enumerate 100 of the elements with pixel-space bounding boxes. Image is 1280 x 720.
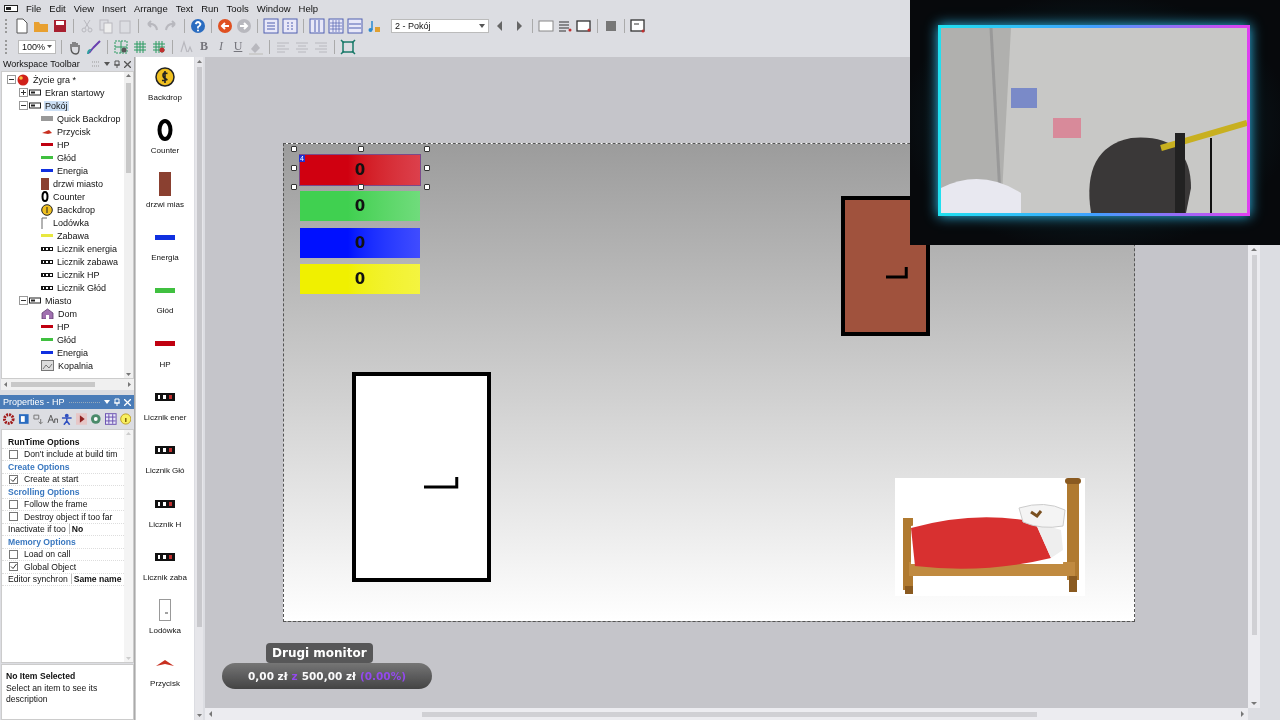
tree-item[interactable]: HP: [56, 139, 71, 150]
selection-handle[interactable]: [358, 146, 364, 152]
object-label[interactable]: Energia: [151, 253, 179, 263]
scroll-arrow-icon[interactable]: [126, 74, 131, 77]
tree-item[interactable]: Licznik Głód: [56, 282, 108, 293]
stop-icon[interactable]: [603, 18, 619, 34]
tree-item[interactable]: Energia: [56, 165, 90, 176]
tree-item[interactable]: Licznik zabawa: [56, 256, 120, 267]
vertical-scrollbar[interactable]: [124, 72, 133, 378]
counter-bar[interactable]: 0: [300, 191, 420, 221]
tree-item[interactable]: Counter: [52, 191, 87, 202]
menu-item[interactable]: Tools: [224, 2, 255, 14]
counter-bar[interactable]: 0: [300, 264, 420, 294]
menu-item[interactable]: Arrange: [131, 2, 174, 14]
checkbox[interactable]: [9, 474, 18, 484]
selection-handle[interactable]: [424, 146, 430, 152]
menu-item[interactable]: Help: [296, 2, 325, 14]
object-label[interactable]: Backdrop: [148, 93, 182, 103]
menu-item[interactable]: Text: [173, 2, 200, 14]
door-drawing[interactable]: [352, 372, 491, 582]
selection-handle[interactable]: [358, 184, 364, 190]
scroll-arrow-icon[interactable]: [126, 373, 131, 376]
scroll-arrow-icon[interactable]: [1251, 248, 1257, 251]
columns-icon[interactable]: [309, 18, 325, 34]
forward-circle-icon[interactable]: [236, 18, 252, 34]
tree-item[interactable]: Lodówka: [52, 217, 91, 228]
tree-item[interactable]: Miasto: [44, 295, 73, 306]
tree-item[interactable]: drzwi miasto: [52, 178, 104, 189]
object-label[interactable]: Przycisk: [150, 679, 180, 689]
tree-item[interactable]: Głód: [56, 152, 77, 163]
menu-item[interactable]: Window: [254, 2, 297, 14]
scroll-arrow-icon[interactable]: [128, 382, 131, 387]
grid-icon[interactable]: [328, 18, 344, 34]
object-label[interactable]: Licznik ener: [143, 412, 187, 422]
frame-dropdown[interactable]: 2 - Pokój: [391, 19, 489, 33]
tree-item[interactable]: HP: [56, 321, 71, 332]
window-icon[interactable]: [630, 18, 646, 34]
object-label[interactable]: Głód: [156, 306, 174, 316]
menu-item[interactable]: Run: [199, 2, 225, 14]
vertical-scrollbar[interactable]: [1248, 245, 1260, 708]
grid-icon[interactable]: [113, 38, 129, 55]
tree-item[interactable]: Ekran startowy: [44, 87, 106, 98]
scroll-arrow-icon[interactable]: [196, 60, 202, 63]
checkbox[interactable]: [9, 512, 18, 522]
horizontal-scrollbar[interactable]: [1, 379, 134, 390]
selection-handle[interactable]: [291, 184, 297, 190]
list-icon[interactable]: [263, 18, 279, 34]
menu-item[interactable]: File: [24, 2, 48, 14]
list-icon[interactable]: [557, 18, 573, 34]
scroll-arrow-icon[interactable]: [209, 711, 212, 717]
selection-handle[interactable]: [424, 165, 430, 171]
back-circle-icon[interactable]: [217, 18, 233, 34]
vertical-scrollbar[interactable]: [195, 57, 203, 720]
menu-item[interactable]: Insert: [100, 2, 132, 14]
zoom-dropdown[interactable]: 100%: [18, 39, 56, 54]
object-label[interactable]: HP: [159, 359, 171, 369]
horizontal-scrollbar[interactable]: [205, 708, 1248, 720]
tree-item[interactable]: Backdrop: [56, 204, 97, 215]
tree-item[interactable]: Quick Backdrop: [56, 113, 122, 124]
object-label[interactable]: Licznik zaba: [143, 572, 187, 582]
tree-item[interactable]: Kopalnia: [57, 360, 95, 371]
scroll-arrow-icon[interactable]: [1241, 711, 1244, 717]
brush-icon[interactable]: [86, 38, 102, 55]
menu-item[interactable]: View: [71, 2, 101, 14]
rows-icon[interactable]: [347, 18, 363, 34]
grid-icon[interactable]: [151, 38, 167, 55]
scroll-arrow-icon[interactable]: [196, 714, 202, 717]
scroll-arrow-icon[interactable]: [4, 382, 7, 387]
help-icon[interactable]: [190, 18, 206, 34]
object-label[interactable]: Counter: [150, 146, 180, 156]
italic-button[interactable]: I: [214, 39, 228, 54]
save-icon[interactable]: [52, 18, 68, 34]
property-value[interactable]: No: [69, 524, 84, 535]
fit-frame-icon[interactable]: [340, 38, 356, 55]
tree-item[interactable]: Energia: [56, 347, 90, 358]
checkbox[interactable]: [9, 449, 18, 459]
checkbox[interactable]: [9, 499, 18, 509]
bed-drawing[interactable]: [895, 478, 1085, 596]
tree-item[interactable]: Głód: [56, 334, 77, 345]
tree-item[interactable]: Licznik HP: [56, 269, 101, 280]
checkbox[interactable]: [9, 562, 18, 572]
scroll-arrow-icon[interactable]: [1251, 702, 1257, 705]
tree-item[interactable]: Dom: [57, 308, 78, 319]
tree-item[interactable]: Licznik energia: [56, 243, 119, 254]
window-icon[interactable]: [576, 18, 592, 34]
new-file-icon[interactable]: [14, 18, 30, 34]
selection-handle[interactable]: [291, 165, 297, 171]
property-value[interactable]: Same name: [71, 574, 122, 585]
tree-item[interactable]: Zabawa: [56, 230, 91, 241]
object-label[interactable]: Licznik Głó: [145, 466, 185, 476]
tree-item[interactable]: Pokój: [44, 100, 69, 111]
music-note-icon[interactable]: [366, 18, 382, 34]
checkbox[interactable]: [9, 549, 18, 559]
selection-handle[interactable]: [424, 184, 430, 190]
object-label[interactable]: drzwi mias: [146, 199, 184, 209]
selection-handle[interactable]: [291, 146, 297, 152]
object-label[interactable]: Lodówka: [149, 626, 181, 636]
menu-item[interactable]: Edit: [47, 2, 72, 14]
object-label[interactable]: Licznik H: [148, 519, 182, 529]
tree-item[interactable]: Życie gra *: [32, 74, 77, 85]
